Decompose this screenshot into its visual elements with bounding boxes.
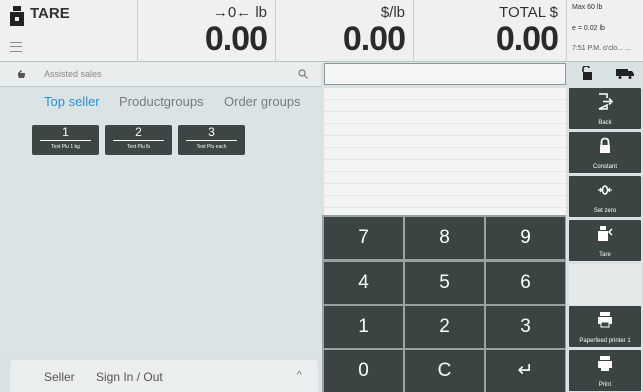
key-2[interactable]: 2 [405,306,484,348]
tab-order-groups[interactable]: Order groups [224,94,301,109]
assisted-sales-search[interactable]: Assisted sales [0,62,321,87]
plu-button-1[interactable]: 1 Test Plu 1 kg [32,125,99,155]
seller-footer: Seller Sign In / Out ^ [10,360,318,392]
sign-in-out-button[interactable]: Sign In / Out [96,370,163,384]
total-unit-label: TOTAL $ [499,4,558,21]
plu-number: 2 [135,125,142,139]
key-6[interactable]: 6 [486,262,565,304]
product-tabs: Top seller Productgroups Order groups [0,94,321,116]
key-clear[interactable]: C [405,350,484,392]
header-bar: TARE →0← lb 0.00 $/lb 0.00 TOTAL $ 0.00 … [0,0,643,62]
plu-name: Test Plu 1 kg [51,144,80,150]
tare-cell: TARE [0,0,138,62]
plu-button-3[interactable]: 3 Test Plu each [178,125,245,155]
hand-pointer-icon [18,70,25,78]
lock-icon [600,137,610,153]
plu-button-2[interactable]: 2 Test Plu lb [105,125,172,155]
key-3[interactable]: 3 [486,306,565,348]
weight-value: 0.00 [204,20,268,58]
menu-icon[interactable] [10,42,22,52]
division-text: e = 0.02 lb [572,25,605,32]
paperfeed-button[interactable]: Paperfeed printer 1 [569,306,641,347]
tare-weight-icon [10,6,24,26]
key-9[interactable]: 9 [486,217,565,259]
set-zero-icon [598,185,612,195]
plu-number: 1 [62,125,69,139]
set-zero-button[interactable]: Set zero [569,176,641,217]
key-8[interactable]: 8 [405,217,484,259]
key-7[interactable]: 7 [324,217,403,259]
plu-name: Test Plu each [196,144,227,150]
printer-icon [598,356,612,371]
key-4[interactable]: 4 [324,262,403,304]
max-capacity-text: Max 60 lb [572,4,603,11]
total-cell: TOTAL $ 0.00 [414,0,566,62]
constant-button[interactable]: Constant [569,132,641,173]
print-label: Print [598,382,612,388]
tare-button[interactable]: Tare [569,220,641,261]
key-enter[interactable]: ↵ [486,350,565,392]
print-button[interactable]: Print [569,350,641,391]
key-1[interactable]: 1 [324,306,403,348]
tab-top-seller[interactable]: Top seller [44,94,100,109]
search-placeholder: Assisted sales [44,69,102,79]
empty-slot [569,264,641,305]
price-cell: $/lb 0.00 [276,0,414,62]
tare-label: Tare [599,252,611,258]
entry-input[interactable] [324,63,566,85]
tare-weight-icon [598,226,613,241]
exit-door-icon [598,93,613,110]
weight-unit-label: →0← lb [212,4,267,21]
paperfeed-label: Paperfeed printer 1 [579,338,631,344]
chevron-up-icon[interactable]: ^ [297,370,302,381]
key-0[interactable]: 0 [324,350,403,392]
seller-label: Seller [44,370,75,384]
key-5[interactable]: 5 [405,262,484,304]
back-button[interactable]: Back [569,88,641,129]
tab-productgroups[interactable]: Productgroups [119,94,204,109]
unlock-icon[interactable] [580,66,594,80]
clock-text: 7:51 P.M. o'clo... ... [572,45,631,52]
total-value: 0.00 [495,20,559,58]
scale-info-cell: Max 60 lb e = 0.02 lb 7:51 P.M. o'clo...… [566,0,643,62]
numeric-keypad: 7 8 9 4 5 6 1 2 3 0 C ↵ [322,215,566,392]
weight-cell: →0← lb 0.00 [138,0,276,62]
delivery-truck-icon[interactable] [616,68,634,79]
search-icon[interactable] [298,69,308,79]
set-zero-label: Set zero [593,208,617,214]
receipt-display [324,88,566,215]
price-value: 0.00 [342,20,406,58]
price-unit-label: $/lb [380,4,405,21]
constant-label: Constant [592,164,617,170]
tare-label: TARE [30,5,70,22]
back-label: Back [598,120,612,126]
plu-number: 3 [208,125,215,139]
plu-name: Test Plu lb [126,144,151,150]
printer-icon [598,312,612,328]
